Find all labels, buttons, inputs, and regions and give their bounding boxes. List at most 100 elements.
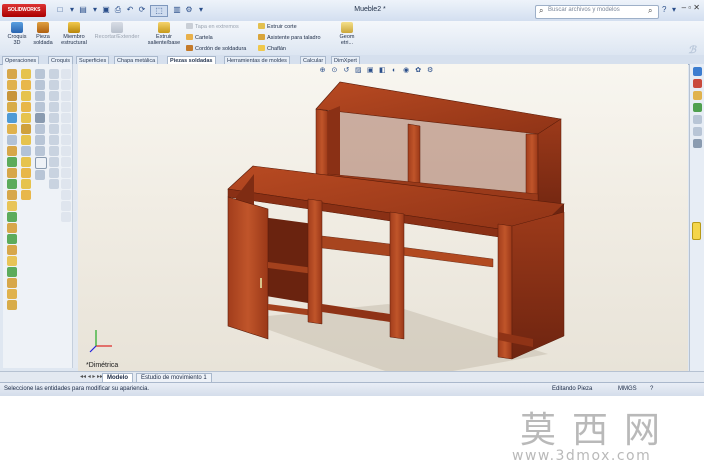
tree-node-13-icon[interactable] <box>61 201 71 211</box>
window-controls[interactable]: ‒ ▫ ✕ <box>682 3 700 12</box>
hole-wizard-button[interactable]: Asistente para taladro <box>258 34 321 42</box>
arc-icon[interactable] <box>7 102 17 112</box>
file-properties-icon[interactable]: ▥ <box>172 5 182 15</box>
centerline-icon[interactable] <box>7 135 17 145</box>
linear-pattern-icon[interactable] <box>7 223 17 233</box>
tree-node-7-icon[interactable] <box>61 135 71 145</box>
trim-icon[interactable] <box>7 201 17 211</box>
undo-icon[interactable]: ↶ <box>125 5 135 15</box>
shell-icon[interactable] <box>21 146 31 156</box>
select-icon[interactable]: ⬚ <box>150 5 168 17</box>
save-icon[interactable]: ▣ <box>101 5 111 15</box>
solidworks-logo[interactable]: SOLIDWORKS <box>2 4 46 17</box>
rebuild-icon[interactable]: ⟳ <box>137 5 147 15</box>
offset-icon[interactable] <box>7 179 17 189</box>
model-canvas[interactable] <box>78 64 688 371</box>
design-library-icon[interactable] <box>693 79 702 88</box>
graphics-area[interactable]: ⊕ ⊙ ↺ ▨ ▣ ◧ ◐ ◉ ✿ ⚙ *Dimétrica <box>78 64 688 371</box>
view-right-icon[interactable] <box>35 91 45 101</box>
std-view-8-icon[interactable] <box>49 146 59 156</box>
rotate-icon[interactable] <box>7 245 17 255</box>
copy-icon[interactable] <box>7 267 17 277</box>
task-pane-slider[interactable] <box>692 222 701 240</box>
tree-node-10-icon[interactable] <box>61 168 71 178</box>
status-help-icon[interactable]: ? <box>650 386 653 392</box>
tree-node-5-icon[interactable] <box>61 113 71 123</box>
tree-node-2-icon[interactable] <box>61 80 71 90</box>
std-view-6-icon[interactable] <box>49 124 59 134</box>
print-icon[interactable]: ⎙ <box>113 5 123 15</box>
tree-node-14-icon[interactable] <box>61 212 71 222</box>
shaded-icon[interactable] <box>35 146 45 156</box>
rib-icon[interactable] <box>21 157 31 167</box>
sweep-icon[interactable] <box>21 91 31 101</box>
tree-node-8-icon[interactable] <box>61 146 71 156</box>
draft-icon[interactable] <box>21 168 31 178</box>
extrude-cut-button[interactable]: Extruir corte <box>258 23 297 31</box>
search-icon[interactable]: ⌕ <box>648 6 652 16</box>
view-palette-icon[interactable] <box>693 103 702 112</box>
desk-model[interactable] <box>227 81 565 371</box>
chamfer-sketch-icon[interactable] <box>7 168 17 178</box>
extrude-boss-button[interactable]: Extruir saliente/base <box>144 22 184 46</box>
toolbox-icon[interactable] <box>693 139 702 148</box>
tree-node-6-icon[interactable] <box>61 124 71 134</box>
scale-icon[interactable] <box>7 256 17 266</box>
custom-properties-icon[interactable] <box>693 127 702 136</box>
perspective-icon[interactable] <box>35 170 45 180</box>
file-explorer-icon[interactable] <box>693 91 702 100</box>
spline-icon[interactable] <box>7 113 17 123</box>
revolve-icon[interactable] <box>21 80 31 90</box>
status-units[interactable]: MMGS <box>618 386 637 392</box>
std-view-5-icon[interactable] <box>49 113 59 123</box>
std-view-9-icon[interactable] <box>49 157 59 167</box>
convert-icon[interactable] <box>7 190 17 200</box>
view-iso-icon[interactable] <box>35 102 45 112</box>
rectangle-icon[interactable] <box>7 80 17 90</box>
mirror-icon[interactable] <box>7 212 17 222</box>
solidworks-resources-icon[interactable] <box>693 67 702 76</box>
fillet-icon[interactable] <box>7 157 17 167</box>
view-normal-icon[interactable] <box>35 113 45 123</box>
blank-view-icon[interactable] <box>35 157 47 169</box>
appearances-icon[interactable] <box>693 115 702 124</box>
search-field[interactable]: ⌕ Buscar archivos y modelos ⌕ <box>535 5 659 19</box>
search-scope-icon[interactable]: ⌕ <box>539 6 543 16</box>
line-icon[interactable] <box>7 69 17 79</box>
loft-icon[interactable] <box>21 102 31 112</box>
dimension-icon[interactable] <box>7 289 17 299</box>
open-dropdown-icon[interactable]: ▾ <box>90 5 100 15</box>
tree-node-11-icon[interactable] <box>61 179 71 189</box>
options-icon[interactable]: ⚙ <box>184 5 194 15</box>
relations-icon[interactable] <box>7 278 17 288</box>
std-view-10-icon[interactable] <box>49 168 59 178</box>
hidden-lines-icon[interactable] <box>35 135 45 145</box>
help-dropdown-icon[interactable]: ▾ <box>672 5 676 14</box>
std-view-4-icon[interactable] <box>49 102 59 112</box>
trim-extend-button[interactable]: Recortar/Extender <box>92 22 142 40</box>
text-icon[interactable] <box>7 146 17 156</box>
view-top-icon[interactable] <box>35 80 45 90</box>
end-cap-button[interactable]: Tapa en extremos <box>186 23 239 31</box>
point-icon[interactable] <box>7 124 17 134</box>
tree-node-3-icon[interactable] <box>61 91 71 101</box>
sketch3d-button[interactable]: Croquis 3D <box>4 22 30 46</box>
wireframe-icon[interactable] <box>35 124 45 134</box>
std-view-11-icon[interactable] <box>49 179 59 189</box>
std-view-2-icon[interactable] <box>49 80 59 90</box>
new-dropdown-icon[interactable]: ▾ <box>67 5 77 15</box>
reference-geometry-button[interactable]: Geom etri... <box>336 22 358 46</box>
tree-node-4-icon[interactable] <box>61 102 71 112</box>
open-icon[interactable]: ▤ <box>78 5 88 15</box>
chamfer-button[interactable]: Chaflán <box>258 45 286 53</box>
gusset-button[interactable]: Cartela <box>186 34 213 42</box>
help-icon[interactable]: ? <box>662 5 666 14</box>
std-view-1-icon[interactable] <box>49 69 59 79</box>
tree-node-12-icon[interactable] <box>61 190 71 200</box>
tab-nav-arrows[interactable]: ◂◂ ◂ ▸ ▸▸ <box>80 373 103 380</box>
circle-icon[interactable] <box>7 91 17 101</box>
tree-node-1-icon[interactable] <box>61 69 71 79</box>
structural-member-button[interactable]: Miembro estructural <box>58 22 90 46</box>
fillet-feature-icon[interactable] <box>21 135 31 145</box>
hole-icon[interactable] <box>21 124 31 134</box>
